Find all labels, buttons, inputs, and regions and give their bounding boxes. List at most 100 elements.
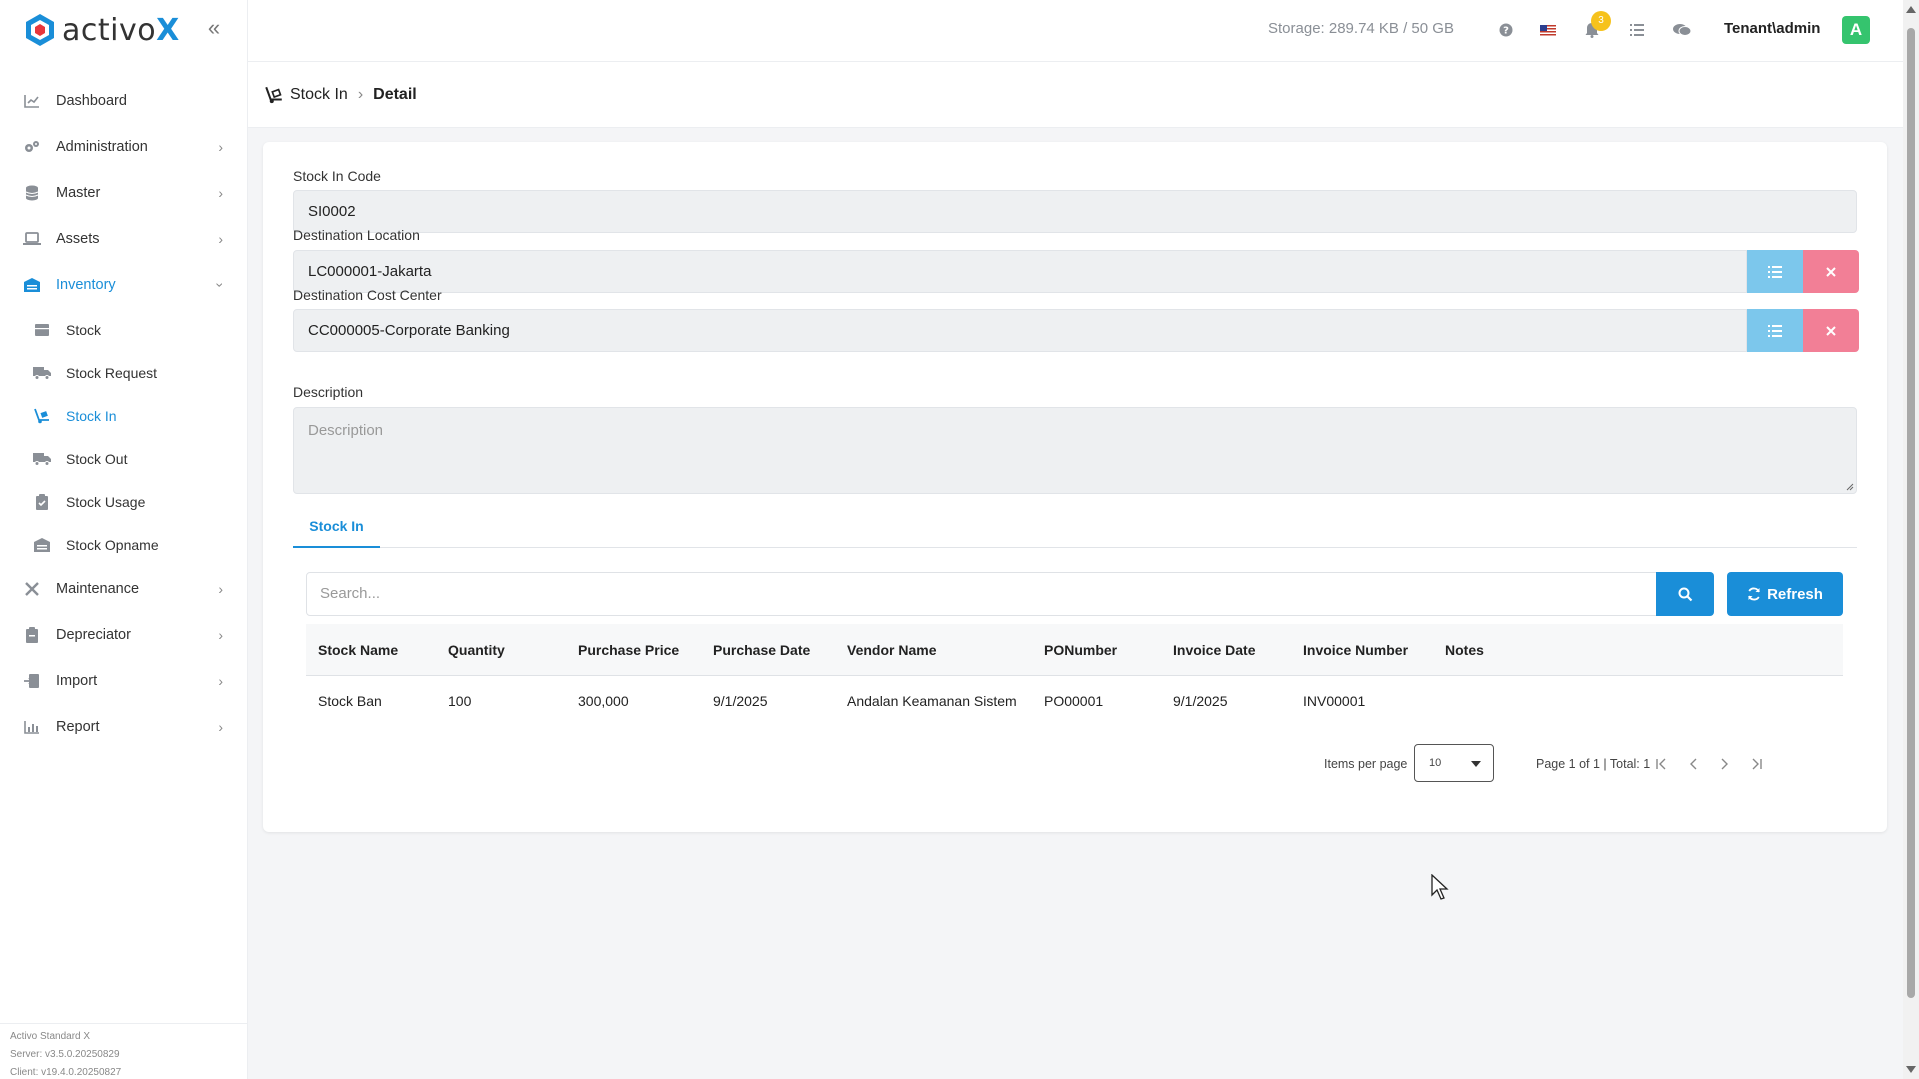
sidebar-item-administration[interactable]: Administration › [0, 124, 247, 170]
scroll-up-icon[interactable] [1906, 6, 1916, 13]
table-cell: PO00001 [1044, 693, 1104, 709]
sidebar-item-import[interactable]: Import › [0, 658, 247, 704]
sidebar-subitem-label: Stock Opname [66, 536, 159, 553]
chevron-down-icon: › [212, 282, 229, 288]
table-cell: INV00001 [1303, 693, 1366, 709]
avatar[interactable]: A [1842, 16, 1870, 44]
sidebar-item-assets[interactable]: Assets › [0, 216, 247, 262]
column-header[interactable]: Quantity [448, 624, 505, 676]
refresh-button[interactable]: Refresh [1727, 572, 1843, 616]
column-header[interactable]: Stock Name [318, 624, 398, 676]
sidebar-item-label: Inventory [56, 277, 116, 293]
column-header[interactable]: Invoice Date [1173, 624, 1255, 676]
search-button[interactable] [1656, 572, 1714, 616]
sidebar-item-master[interactable]: Master › [0, 170, 247, 216]
sidebar-item-inventory[interactable]: Inventory › [0, 262, 247, 308]
sidebar-subitem-label: Stock Usage [66, 493, 146, 510]
help-icon[interactable]: ? [1496, 20, 1516, 40]
us-flag-icon[interactable] [1538, 20, 1558, 40]
column-header[interactable]: Notes [1445, 624, 1484, 676]
destination-cost-center-lookup-button[interactable] [1747, 309, 1803, 352]
warehouse-icon [32, 535, 52, 555]
scroll-down-icon[interactable] [1906, 1066, 1916, 1073]
search-input[interactable]: Search... [306, 572, 1658, 616]
list-icon [1768, 324, 1782, 337]
box-icon [32, 320, 52, 340]
description-textarea[interactable]: Description [293, 407, 1857, 494]
chevron-right-icon: › [218, 231, 223, 247]
last-page-icon[interactable] [1746, 754, 1766, 774]
sidebar-subitem-stock-in[interactable]: Stock In [0, 394, 247, 437]
server-version: Server: v3.5.0.20250829 [10, 1049, 120, 1060]
chevron-right-icon: › [218, 719, 223, 735]
laptop-icon [22, 229, 42, 249]
description-placeholder: Description [308, 422, 384, 439]
sidebar-item-dashboard[interactable]: Dashboard [0, 78, 247, 124]
clipboard-check-icon [32, 492, 52, 512]
destination-location-lookup-button[interactable] [1747, 250, 1803, 293]
sidebar-nav: Dashboard Administration › Master › Asse… [0, 78, 247, 750]
caret-down-icon [1471, 761, 1481, 767]
sidebar-subitem-stock-usage[interactable]: Stock Usage [0, 480, 247, 523]
tools-icon [22, 579, 42, 599]
chevron-right-icon: › [218, 185, 223, 201]
table-row[interactable]: Stock Ban 100 300,000 9/1/2025 Andalan K… [306, 676, 1843, 726]
client-version: Client: v19.4.0.20250827 [10, 1067, 122, 1078]
first-page-icon[interactable] [1652, 754, 1672, 774]
brand-suffix: X [156, 12, 180, 48]
brand-name: activo [62, 12, 157, 48]
sidebar-item-label: Assets [56, 231, 100, 247]
column-header[interactable]: Purchase Price [578, 624, 679, 676]
column-header[interactable]: Invoice Number [1303, 624, 1408, 676]
table-cell: Andalan Keamanan Sistem [847, 693, 1017, 709]
sidebar-subitem-stock[interactable]: Stock [0, 308, 247, 351]
page-scrollbar[interactable] [1903, 0, 1919, 1079]
sidebar-subitem-stock-out[interactable]: Stock Out [0, 437, 247, 480]
dolly-icon [264, 84, 286, 106]
sidebar-subitem-stock-opname[interactable]: Stock Opname [0, 523, 247, 566]
product-name: Activo Standard X [10, 1031, 91, 1042]
page-size-select[interactable]: 10 [1414, 744, 1494, 782]
next-page-icon[interactable] [1714, 754, 1734, 774]
sidebar-subitem-stock-request[interactable]: Stock Request [0, 351, 247, 394]
chevron-right-icon: › [218, 627, 223, 643]
sidebar-subitem-label: Stock Request [66, 364, 158, 381]
resize-handle-icon [1846, 483, 1854, 491]
chat-icon[interactable] [1672, 20, 1692, 40]
table-cell: 300,000 [578, 693, 629, 709]
tab-stock-in[interactable]: Stock In [293, 506, 380, 548]
sidebar-item-report[interactable]: Report › [0, 704, 247, 750]
svg-text:?: ? [1503, 26, 1509, 37]
storage-usage: Storage: 289.74 KB / 50 GB [1268, 20, 1454, 37]
column-header[interactable]: Purchase Date [713, 624, 810, 676]
dolly-icon [32, 406, 52, 426]
destination-cost-center-clear-button[interactable] [1803, 309, 1859, 352]
breadcrumb-current: Detail [373, 85, 417, 103]
destination-location-clear-button[interactable] [1803, 250, 1859, 293]
sidebar-item-depreciator[interactable]: Depreciator › [0, 612, 247, 658]
breadcrumb-section[interactable]: Stock In [290, 86, 348, 104]
table-header: Stock Name Quantity Purchase Price Purch… [306, 624, 1843, 676]
destination-cost-center-label: Destination Cost Center [293, 287, 442, 303]
task-list-icon[interactable] [1627, 20, 1647, 40]
destination-cost-center-field[interactable]: CC000005-Corporate Banking [293, 309, 1747, 352]
scroll-thumb[interactable] [1907, 28, 1915, 998]
chevron-right-icon: › [218, 581, 223, 597]
sidebar-item-label: Administration [56, 139, 148, 155]
page-info: Page 1 of 1 | Total: 1 [1536, 757, 1651, 771]
breadcrumb: Stock In › Detail [248, 62, 1903, 128]
sidebar-item-maintenance[interactable]: Maintenance › [0, 566, 247, 612]
sidebar-subitem-label: Stock [66, 321, 102, 338]
refresh-label: Refresh [1767, 585, 1823, 603]
database-icon [22, 183, 42, 203]
column-header[interactable]: PONumber [1044, 624, 1117, 676]
previous-page-icon[interactable] [1684, 754, 1704, 774]
user-name[interactable]: Tenant\admin [1724, 20, 1820, 37]
column-header[interactable]: Vendor Name [847, 624, 936, 676]
collapse-sidebar-icon[interactable]: « [204, 16, 224, 40]
stock-in-code-field[interactable]: SI0002 [293, 190, 1857, 233]
chevron-right-icon: › [218, 139, 223, 155]
destination-location-field[interactable]: LC000001-Jakarta [293, 250, 1747, 293]
truck-moving-icon [32, 449, 52, 469]
sidebar-item-label: Dashboard [56, 93, 127, 109]
